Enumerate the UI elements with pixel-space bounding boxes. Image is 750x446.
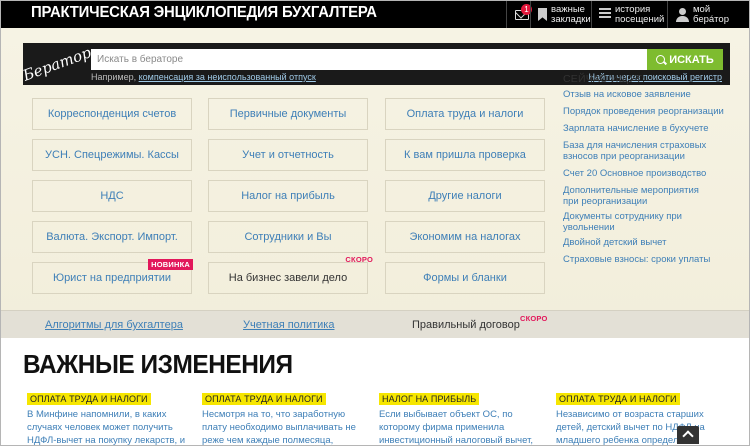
now-searching-item[interactable]: Отзыв на исковое заявление — [563, 89, 743, 101]
news-item[interactable]: В Минфине напомнили, в каких случаях чел… — [27, 408, 197, 445]
category-correspondence[interactable]: Корреспонденция счетов — [32, 98, 192, 130]
soon-badge: СКОРО — [345, 255, 373, 264]
category-forms[interactable]: Формы и бланки — [385, 262, 545, 294]
bookmark-icon — [538, 8, 547, 21]
category-label: Первичные документы — [229, 108, 347, 120]
category-label: На бизнес завели дело — [228, 272, 348, 284]
soon-badge: СКОРО — [520, 314, 548, 323]
proper-contract-label: Правильный договор — [412, 319, 520, 331]
now-searching-title: СЕЙЧАС ИЩУТ: — [563, 73, 646, 85]
bookmarks-label: важные закладки — [551, 3, 591, 25]
berator-logo[interactable]: Бератор — [20, 38, 93, 89]
category-label: К вам пришла проверка — [404, 149, 526, 161]
accounting-policy-link[interactable]: Учетная политика — [243, 319, 334, 331]
news-category-tag[interactable]: ОПЛАТА ТРУДА И НАЛОГИ — [202, 393, 326, 405]
category-label: Учет и отчетность — [242, 149, 334, 161]
example-link[interactable]: компенсация за неиспользованный отпуск — [139, 72, 316, 82]
history-button[interactable]: история посещений — [591, 1, 667, 28]
category-label: Налог на прибыль — [241, 190, 335, 202]
new-badge: НОВИНКА — [148, 259, 193, 270]
now-searching-item[interactable]: Порядок проведения реорганизации — [563, 106, 743, 118]
category-vat[interactable]: НДС — [32, 180, 192, 212]
history-icon — [599, 8, 611, 21]
scroll-to-top-button[interactable] — [677, 426, 699, 444]
category-label: Сотрудники и Вы — [244, 231, 332, 243]
category-label: НДС — [100, 190, 124, 202]
bookmarks-button[interactable]: важные закладки — [530, 1, 591, 28]
search-button[interactable]: ИСКАТЬ — [647, 49, 723, 70]
history-label: история посещений — [615, 3, 665, 25]
top-bar: ПРАКТИЧЕСКАЯ ЭНЦИКЛОПЕДИЯ БУХГАЛТЕРА 1 в… — [1, 1, 749, 28]
algorithms-link[interactable]: Алгоритмы для бухгалтера — [45, 319, 183, 331]
category-label: Другие налоги — [428, 190, 502, 202]
search-example: Например, компенсация за неиспользованны… — [91, 72, 316, 82]
category-label: Корреспонденция счетов — [47, 108, 177, 120]
mail-button[interactable]: 1 — [506, 1, 532, 28]
category-label: Оплата труда и налоги — [406, 108, 524, 120]
category-label: УСН. Спецрежимы. Кассы — [45, 149, 179, 161]
category-label: Экономим на налогах — [409, 231, 521, 243]
search-button-label: ИСКАТЬ — [669, 53, 714, 66]
category-label: Валюта. Экспорт. Импорт. — [46, 231, 178, 243]
user-icon — [676, 7, 689, 22]
category-lawyer[interactable]: Юрист на предприятии НОВИНКА — [32, 259, 193, 294]
example-prefix: Например, — [91, 72, 139, 82]
news-category-tag[interactable]: ОПЛАТА ТРУДА И НАЛОГИ — [556, 393, 680, 405]
now-searching-item[interactable]: Счет 20 Основное производство — [563, 168, 743, 180]
now-searching-item[interactable]: Документы сотруднику при увольнении — [563, 211, 713, 233]
news-item[interactable]: Если выбывает объект ОС, по которому фир… — [379, 408, 539, 445]
account-label: мой берáтор — [693, 3, 729, 25]
category-label: Юрист на предприятии — [52, 272, 172, 284]
now-searching-item[interactable]: Страховые взносы: сроки уплаты — [563, 254, 743, 266]
category-payroll[interactable]: Оплата труда и налоги — [385, 98, 545, 130]
search-icon — [656, 55, 666, 64]
category-label: Формы и бланки — [423, 272, 507, 284]
category-employees[interactable]: Сотрудники и Вы — [208, 221, 368, 253]
category-other-taxes[interactable]: Другие налоги — [385, 180, 545, 212]
news-category-tag[interactable]: НАЛОГ НА ПРИБЫЛЬ — [379, 393, 480, 405]
category-inspection[interactable]: К вам пришла проверка — [385, 139, 545, 171]
category-primary-docs[interactable]: Первичные документы — [208, 98, 368, 130]
search-input[interactable] — [91, 49, 647, 70]
secondary-links-strip: Алгоритмы для бухгалтера Учетная политик… — [1, 310, 749, 338]
category-tax-saving[interactable]: Экономим на налогах — [385, 221, 545, 253]
site-title[interactable]: ПРАКТИЧЕСКАЯ ЭНЦИКЛОПЕДИЯ БУХГАЛТЕРА — [31, 4, 377, 22]
category-accounting[interactable]: Учет и отчетность — [208, 139, 368, 171]
news-item[interactable]: Несмотря на то, что заработную плату нео… — [202, 408, 372, 445]
page-frame: ПРАКТИЧЕСКАЯ ЭНЦИКЛОПЕДИЯ БУХГАЛТЕРА 1 в… — [0, 0, 750, 446]
important-changes-title: ВАЖНЫЕ ИЗМЕНЕНИЯ — [23, 349, 293, 379]
category-business-case[interactable]: На бизнес завели дело СКОРО — [208, 255, 373, 294]
category-profit-tax[interactable]: Налог на прибыль — [208, 180, 368, 212]
now-searching-item[interactable]: Зарплата начисление в бухучете — [563, 123, 743, 135]
news-category-tag[interactable]: ОПЛАТА ТРУДА И НАЛОГИ — [27, 393, 151, 405]
now-searching-item[interactable]: База для начисления страховых взносов пр… — [563, 140, 713, 162]
category-currency[interactable]: Валюта. Экспорт. Импорт. — [32, 221, 192, 253]
category-usn[interactable]: УСН. Спецрежимы. Кассы — [32, 139, 192, 171]
now-searching-item[interactable]: Двойной детский вычет — [563, 237, 743, 249]
account-button[interactable]: мой берáтор — [667, 1, 749, 28]
now-searching-item[interactable]: Дополнительные мероприятия при реорганиз… — [563, 185, 713, 207]
